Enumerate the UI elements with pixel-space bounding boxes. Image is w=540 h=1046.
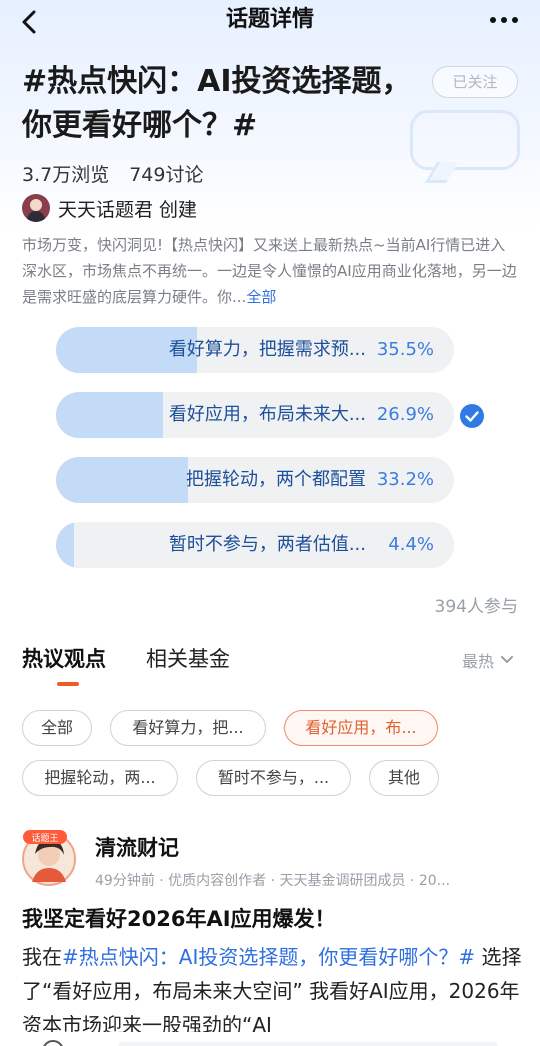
page-title: 话题详情 [225,7,314,32]
filter-chip-rotation[interactable]: 把握轮动，两... [22,760,178,796]
poll-option[interactable]: 看好算力，把握需求预... 35.5% [56,327,454,373]
topic-stats: 3.7万浏览 749讨论 [22,160,203,187]
post-meta: 49分钟前 · 优质内容创作者 · 天天基金调研团成员 · 20... [95,873,451,889]
author-avatar[interactable]: 话题王 [20,828,78,886]
selected-check-icon [460,404,484,428]
post-author-name[interactable]: 清流财记 [95,832,179,862]
sort-dropdown[interactable]: 最热 [462,648,514,672]
follow-button[interactable]: 已关注 [432,66,518,98]
post-body[interactable]: 我在#热点快闪：AI投资选择题，你更看好哪个？# 选择了“看好应用，布局未来大空… [22,940,522,1032]
poll-option-percent: 33.2% [376,469,434,490]
topic-description: 市场万变，快闪洞见!【热点快闪】又来送上最新热点~当前AI行情已进入深水区，市场… [22,232,518,310]
sort-label: 最热 [461,652,494,671]
filter-chip-application[interactable]: 看好应用，布... [284,710,438,746]
post-topic-tag[interactable]: #热点快闪：AI投资选择题，你更看好哪个？# [62,945,475,969]
comment-input[interactable] [118,1042,498,1046]
post-headline[interactable]: 我坚定看好2026年AI应用爆发！ [22,902,336,936]
avatar-badge-text: 话题王 [31,832,58,844]
content-tabs: 热议观点 相关基金 最热 [22,644,522,686]
topic-title: #热点快闪：AI投资选择题，你更看好哪个？# [22,64,412,143]
filter-chip-not-participate[interactable]: 暂时不参与，... [196,760,351,796]
bottom-comment-bar [0,1032,540,1046]
poll-option-percent: 4.4% [388,534,434,555]
discussion-count: 749讨论 [129,164,204,186]
poll-option[interactable]: 把握轮动，两个都配置 33.2% [56,457,454,503]
poll-option-label: 把握轮动，两个都配置 [186,469,366,490]
navigation-bar: 话题详情 [0,0,540,44]
view-count: 3.7万浏览 [22,164,110,186]
active-tab-indicator [57,682,79,686]
filter-chip-all[interactable]: 全部 [22,710,92,746]
filter-chip-other[interactable]: 其他 [369,760,439,796]
more-options-icon[interactable] [488,10,520,30]
poll-option-label: 看好应用，布局未来大... [168,404,366,425]
poll-option[interactable]: 看好应用，布局未来大... 26.9% [56,392,454,438]
participant-count: 394人参与 [434,597,518,617]
expand-description-link[interactable]: 全部 [246,288,276,306]
poll-option-label: 暂时不参与，两者估值... [168,534,366,555]
post-body-prefix: 我在 [22,945,62,969]
poll-option[interactable]: 暂时不参与，两者估值... 4.4% [56,522,454,568]
poll-option-percent: 35.5% [376,339,434,360]
topic-creator[interactable]: 天天话题君 创建 [22,194,197,222]
poll-option-percent: 26.9% [376,404,434,425]
creator-avatar[interactable] [22,194,50,222]
creator-label: 天天话题君 创建 [58,198,198,221]
chevron-down-icon [501,656,513,663]
tab-hot-opinions[interactable]: 热议观点 [22,644,106,674]
filter-chip-compute[interactable]: 看好算力，把... [110,710,266,746]
poll-option-label: 看好算力，把握需求预... [168,339,366,360]
chat-bubble-decoration [410,110,520,170]
comment-icon[interactable] [42,1040,64,1046]
tab-related-funds[interactable]: 相关基金 [146,644,230,674]
